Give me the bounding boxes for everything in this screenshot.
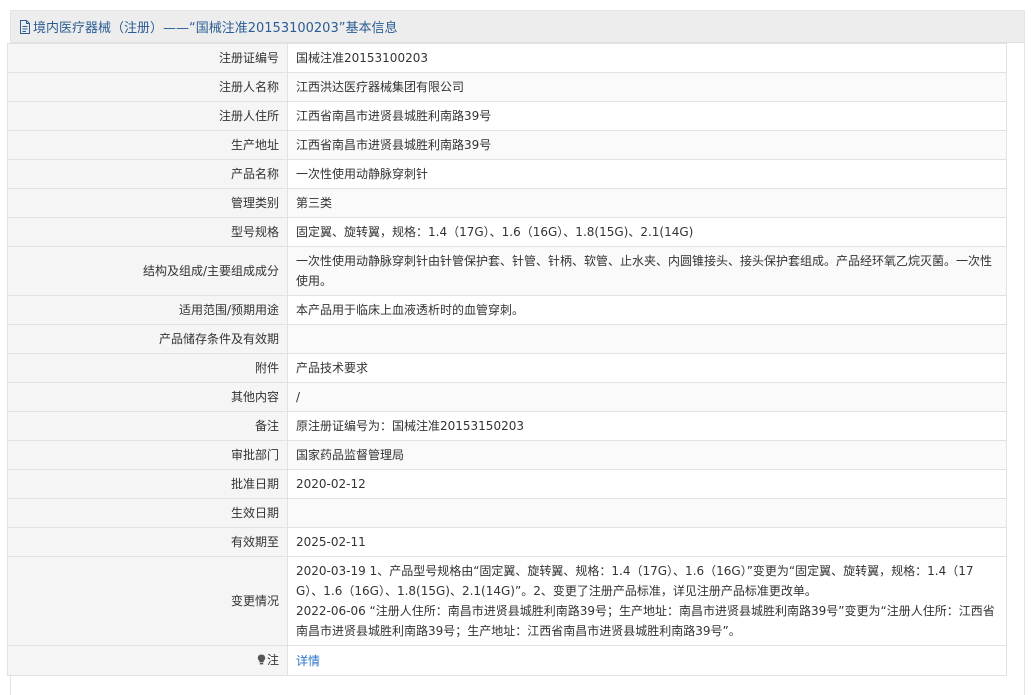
field-label: 管理类别 (7, 188, 288, 218)
table-row: 注册证编号 国械注准20153100203 (7, 43, 1007, 73)
change-entry: 2020-03-19 1、产品型号规格由“固定翼、旋转翼、规格：1.4（17G）… (296, 564, 974, 598)
field-label: 产品储存条件及有效期 (7, 324, 288, 354)
note-value: 详情 (287, 645, 1007, 676)
field-label: 有效期至 (7, 527, 288, 557)
document-icon (19, 19, 31, 34)
field-value: 一次性使用动静脉穿刺针由针管保护套、针管、针柄、软管、止水夹、内圆锥接头、接头保… (287, 246, 1007, 296)
table-row: 附件 产品技术要求 (7, 353, 1007, 383)
field-value: 本产品用于临床上血液透析时的血管穿刺。 (287, 295, 1007, 325)
table-row: 备注 原注册证编号为：国械注准20153150203 (7, 411, 1007, 441)
field-label: 结构及组成/主要组成成分 (7, 246, 288, 296)
field-label: 审批部门 (7, 440, 288, 470)
table-row: 有效期至 2025-02-11 (7, 527, 1007, 557)
field-label: 生产地址 (7, 130, 288, 160)
table-row: 生效日期 (7, 498, 1007, 528)
field-label: 注册人名称 (7, 72, 288, 102)
field-value: 第三类 (287, 188, 1007, 218)
page-title: 境内医疗器械（注册）——“国械注准20153100203”基本信息 (33, 21, 398, 36)
change-entry: 2022-06-06 “注册人住所：南昌市进贤县城胜利南路39号；生产地址：南昌… (296, 604, 995, 638)
field-label: 产品名称 (7, 159, 288, 189)
table-row: 产品储存条件及有效期 (7, 324, 1007, 354)
field-value: 国械注准20153100203 (287, 43, 1007, 73)
table-row-note: 注 详情 (7, 645, 1007, 676)
field-value: 国家药品监督管理局 (287, 440, 1007, 470)
field-label: 生效日期 (7, 498, 288, 528)
field-label: 变更情况 (7, 556, 288, 646)
field-label: 其他内容 (7, 382, 288, 412)
field-label: 批准日期 (7, 469, 288, 499)
table-row: 管理类别 第三类 (7, 188, 1007, 218)
field-value: 江西省南昌市进贤县城胜利南路39号 (287, 130, 1007, 160)
field-value: 江西洪达医疗器械集团有限公司 (287, 72, 1007, 102)
field-label: 附件 (7, 353, 288, 383)
table-row: 适用范围/预期用途 本产品用于临床上血液透析时的血管穿刺。 (7, 295, 1007, 325)
table-row: 注册人名称 江西洪达医疗器械集团有限公司 (7, 72, 1007, 102)
field-value: 原注册证编号为：国械注准20153150203 (287, 411, 1007, 441)
field-label: 备注 (7, 411, 288, 441)
field-value: / (287, 382, 1007, 412)
field-value: 固定翼、旋转翼，规格：1.4（17G）、1.6（16G）、1.8(15G)、2.… (287, 217, 1007, 247)
table-row: 注册人住所 江西省南昌市进贤县城胜利南路39号 (7, 101, 1007, 131)
table-row: 产品名称 一次性使用动静脉穿刺针 (7, 159, 1007, 189)
field-label: 型号规格 (7, 217, 288, 247)
field-value: 江西省南昌市进贤县城胜利南路39号 (287, 101, 1007, 131)
field-value: 一次性使用动静脉穿刺针 (287, 159, 1007, 189)
lightbulb-icon (257, 651, 266, 671)
field-value: 2020-02-12 (287, 469, 1007, 499)
panel-title-bar: 境内医疗器械（注册）——“国械注准20153100203”基本信息 (11, 11, 1024, 43)
field-label: 适用范围/预期用途 (7, 295, 288, 325)
note-label-cell: 注 (7, 645, 288, 676)
registration-info-table: 注册证编号 国械注准20153100203 注册人名称 江西洪达医疗器械集团有限公司注… (7, 43, 1007, 676)
change-history: 2020-03-19 1、产品型号规格由“固定翼、旋转翼、规格：1.4（17G）… (287, 556, 1007, 646)
table-row: 其他内容 / (7, 382, 1007, 412)
table-row-changes: 变更情况 2020-03-19 1、产品型号规格由“固定翼、旋转翼、规格：1.4（… (7, 556, 1007, 646)
field-value: 产品技术要求 (287, 353, 1007, 383)
field-label: 注册人住所 (7, 101, 288, 131)
table-row: 审批部门 国家药品监督管理局 (7, 440, 1007, 470)
table-row: 批准日期 2020-02-12 (7, 469, 1007, 499)
note-label: 注 (266, 653, 279, 667)
field-value (287, 498, 1007, 528)
details-link[interactable]: 详情 (296, 654, 320, 668)
field-label: 注册证编号 (7, 43, 288, 73)
table-row: 生产地址 江西省南昌市进贤县城胜利南路39号 (7, 130, 1007, 160)
field-value (287, 324, 1007, 354)
field-value: 2025-02-11 (287, 527, 1007, 557)
table-row: 结构及组成/主要组成成分 一次性使用动静脉穿刺针由针管保护套、针管、针柄、软管、止… (7, 246, 1007, 296)
table-row: 型号规格 固定翼、旋转翼，规格：1.4（17G）、1.6（16G）、1.8(15G… (7, 217, 1007, 247)
